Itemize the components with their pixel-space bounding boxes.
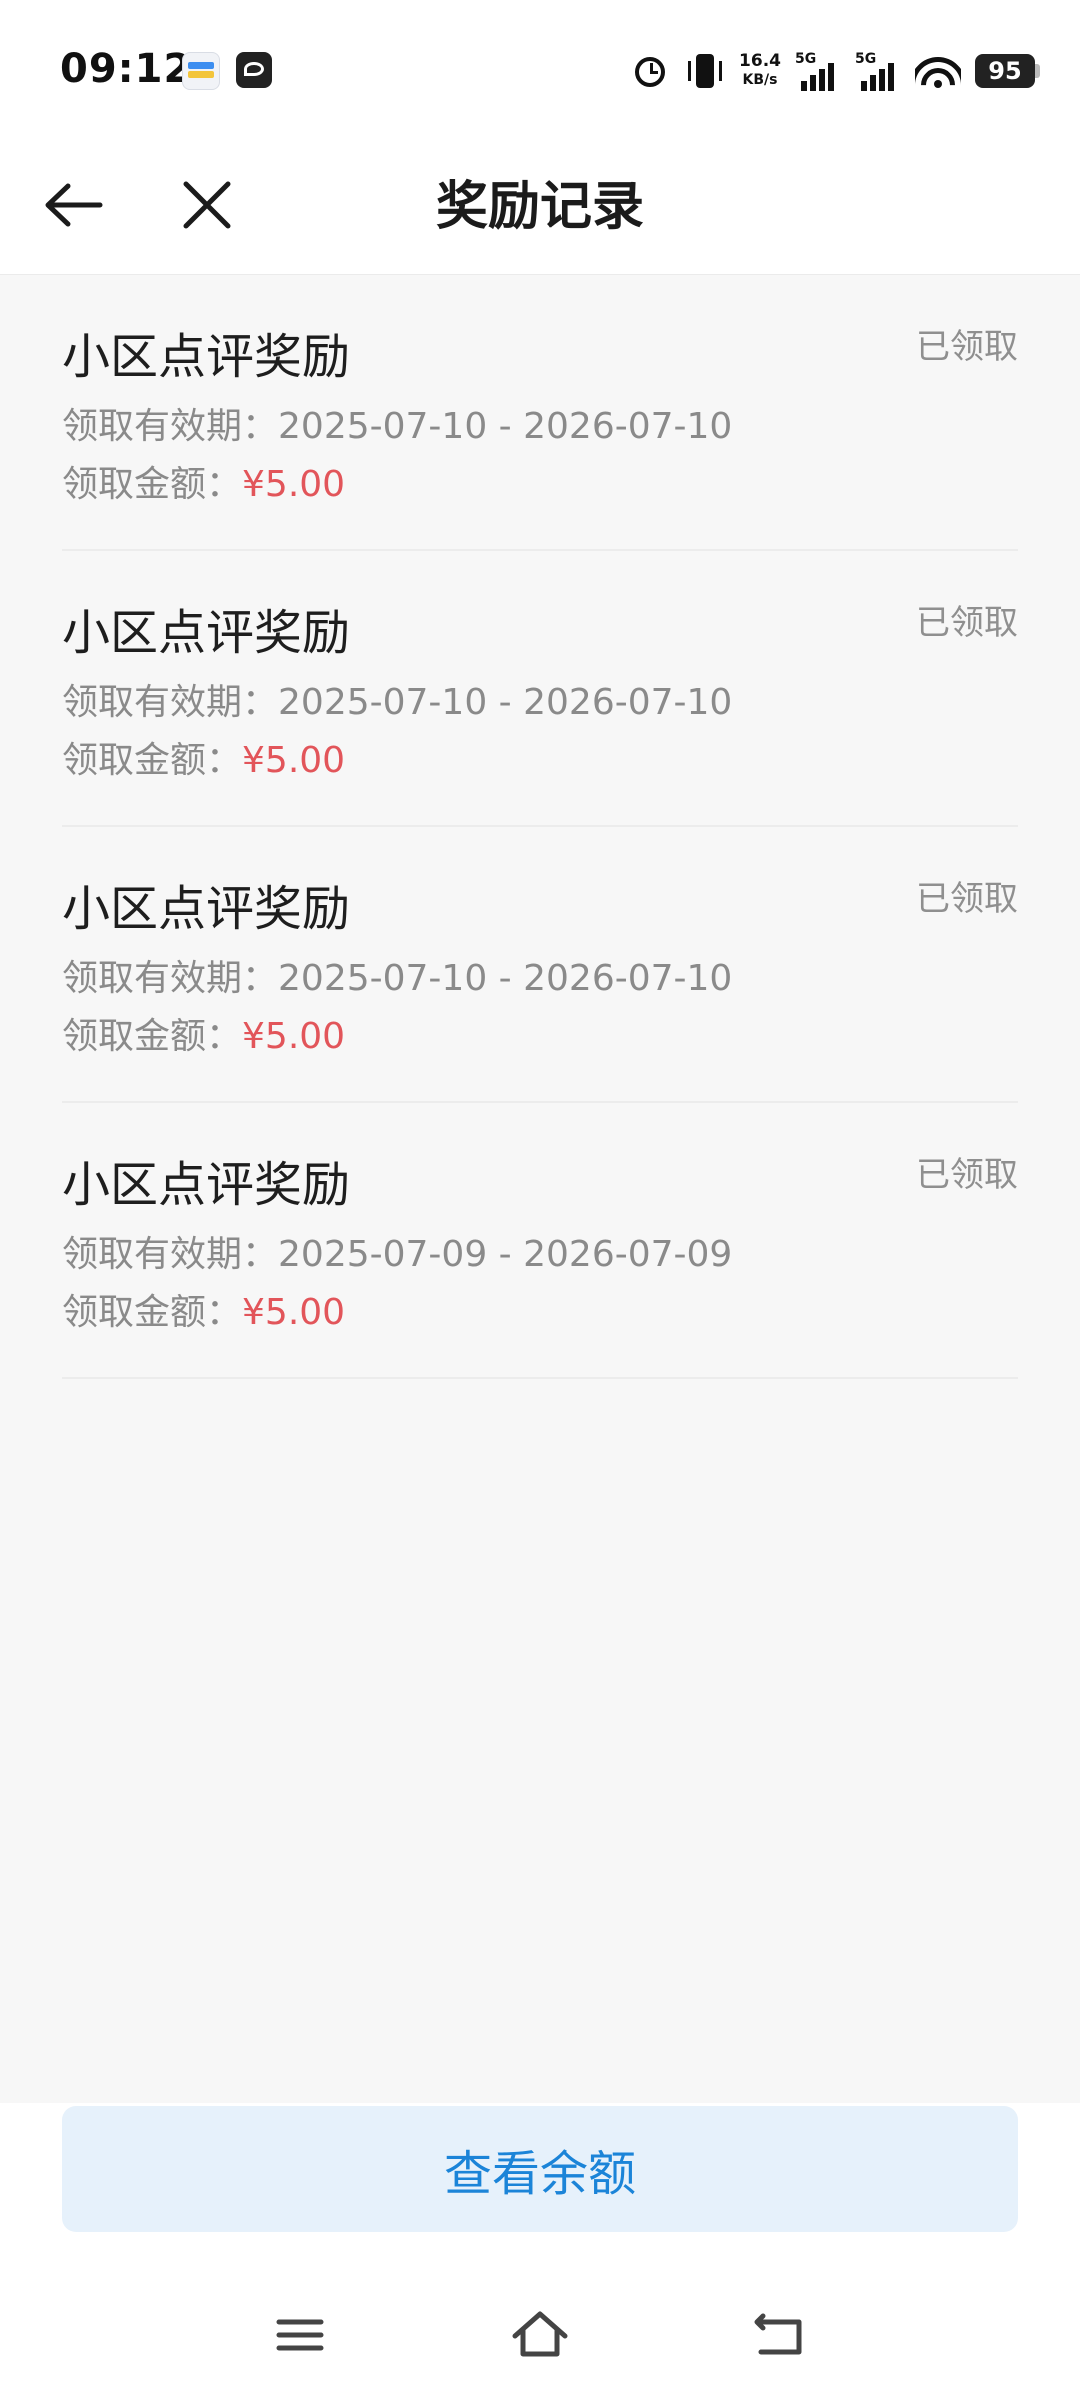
status-bar: 09:12 16.4 KB/s 5G 5G 95 <box>0 0 1080 140</box>
signal-icon: 5G <box>795 51 841 91</box>
record-title: 小区点评奖励 <box>62 1157 351 1213</box>
record-period: 领取有效期：2025-07-10 - 2026-07-10 <box>62 397 732 449</box>
system-navigation-bar <box>0 2285 1080 2385</box>
record-status: 已领取 <box>916 1155 1018 1195</box>
record-title: 小区点评奖励 <box>62 605 351 661</box>
record-period: 领取有效期：2025-07-10 - 2026-07-10 <box>62 949 732 1001</box>
period-value: 2025-07-10 - 2026-07-10 <box>278 682 733 723</box>
period-label: 领取有效期： <box>62 1234 279 1275</box>
system-home-button[interactable] <box>505 2300 575 2370</box>
record-amount: 领取金额：¥5.00 <box>62 1007 345 1059</box>
battery-level: 95 <box>975 54 1035 88</box>
network-speed-value: 16.4 <box>739 51 781 71</box>
list-item[interactable]: 小区点评奖励 已领取 领取有效期：2025-07-10 - 2026-07-10… <box>62 275 1018 551</box>
wallet-app-icon <box>182 52 220 90</box>
record-amount: 领取金额：¥5.00 <box>62 455 345 507</box>
network-speed: 16.4 KB/s <box>739 52 781 90</box>
arrow-left-icon <box>45 183 103 227</box>
amount-value: ¥5.00 <box>242 464 346 505</box>
record-title: 小区点评奖励 <box>62 329 351 385</box>
signal-icon: 5G <box>855 51 901 91</box>
battery-icon: 95 <box>975 54 1040 88</box>
system-back-button[interactable] <box>745 2300 815 2370</box>
nav-bar: 奖励记录 <box>0 140 1080 275</box>
back-icon <box>754 2313 802 2355</box>
amount-value: ¥5.00 <box>242 740 346 781</box>
period-value: 2025-07-10 - 2026-07-10 <box>278 958 733 999</box>
amount-value: ¥5.00 <box>242 1292 346 1333</box>
record-status: 已领取 <box>916 603 1018 643</box>
list-item[interactable]: 小区点评奖励 已领取 领取有效期：2025-07-09 - 2026-07-09… <box>62 1103 1018 1379</box>
system-menu-button[interactable] <box>265 2300 335 2370</box>
record-amount: 领取金额：¥5.00 <box>62 1283 345 1335</box>
close-icon <box>183 181 231 229</box>
home-icon <box>512 2311 568 2357</box>
record-period: 领取有效期：2025-07-10 - 2026-07-10 <box>62 673 732 725</box>
record-period: 领取有效期：2025-07-09 - 2026-07-09 <box>62 1225 732 1277</box>
status-time: 09:12 <box>60 46 193 92</box>
back-button[interactable] <box>40 170 110 240</box>
bird-app-icon <box>236 52 272 88</box>
alarm-icon <box>631 51 671 91</box>
amount-value: ¥5.00 <box>242 1016 346 1057</box>
period-label: 领取有效期： <box>62 958 279 999</box>
amount-label: 领取金额： <box>62 1292 243 1333</box>
period-value: 2025-07-09 - 2026-07-09 <box>278 1234 733 1275</box>
system-indicators: 16.4 KB/s 5G 5G 95 <box>631 46 1040 96</box>
vibrate-icon <box>685 51 725 91</box>
wifi-icon <box>915 51 961 91</box>
page-title: 奖励记录 <box>435 177 644 237</box>
amount-label: 领取金额： <box>62 1016 243 1057</box>
amount-label: 领取金额： <box>62 464 243 505</box>
close-button[interactable] <box>172 170 242 240</box>
period-label: 领取有效期： <box>62 682 279 723</box>
notification-icons <box>182 52 272 90</box>
period-value: 2025-07-10 - 2026-07-10 <box>278 406 733 447</box>
amount-label: 领取金额： <box>62 740 243 781</box>
list-item[interactable]: 小区点评奖励 已领取 领取有效期：2025-07-10 - 2026-07-10… <box>62 551 1018 827</box>
view-balance-button[interactable]: 查看余额 <box>62 2106 1018 2232</box>
list-item[interactable]: 小区点评奖励 已领取 领取有效期：2025-07-10 - 2026-07-10… <box>62 827 1018 1103</box>
period-label: 领取有效期： <box>62 406 279 447</box>
reward-record-list: 小区点评奖励 已领取 领取有效期：2025-07-10 - 2026-07-10… <box>62 275 1018 1379</box>
network-speed-unit: KB/s <box>742 72 778 88</box>
record-amount: 领取金额：¥5.00 <box>62 731 345 783</box>
record-title: 小区点评奖励 <box>62 881 351 937</box>
menu-icon <box>276 2319 324 2351</box>
record-status: 已领取 <box>916 327 1018 367</box>
record-status: 已领取 <box>916 879 1018 919</box>
